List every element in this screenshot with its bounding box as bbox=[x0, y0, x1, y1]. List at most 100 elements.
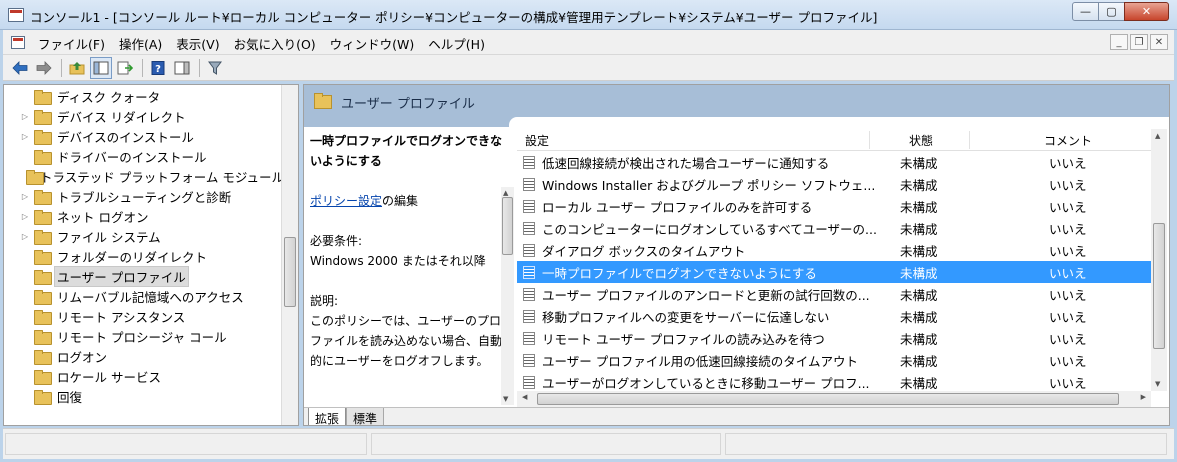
table-row[interactable]: ユーザー プロファイルのアンロードと更新の試行回数の... 未構成 いいえ bbox=[517, 283, 1151, 305]
expand-icon[interactable]: ▷ bbox=[18, 212, 32, 221]
policy-setting-icon bbox=[523, 177, 535, 191]
folder-icon bbox=[34, 189, 52, 205]
tree-item-remote-assistance[interactable]: リモート アシスタンス bbox=[4, 306, 284, 326]
scroll-left-icon[interactable]: ◀ bbox=[522, 393, 527, 401]
expand-icon[interactable]: ▷ bbox=[18, 232, 32, 241]
table-row[interactable]: 低速回線接続が検出された場合ユーザーに通知する 未構成 いいえ bbox=[517, 151, 1151, 173]
menu-file[interactable]: ファイル(F) bbox=[31, 34, 112, 53]
folder-icon bbox=[314, 93, 332, 109]
minimize-button[interactable]: — bbox=[1072, 2, 1099, 21]
edit-policy-link[interactable]: ポリシー設定 bbox=[310, 194, 382, 208]
close-icon: ✕ bbox=[1154, 36, 1164, 48]
menu-favorites[interactable]: お気に入り(O) bbox=[227, 34, 323, 53]
table-row[interactable]: 移動プロファイルへの変更をサーバーに伝達しない 未構成 いいえ bbox=[517, 305, 1151, 327]
tree-item-device-redirect[interactable]: ▷ デバイス リダイレクト bbox=[4, 106, 284, 126]
table-row[interactable]: ユーザーがログオンしているときに移動ユーザー プロフ... 未構成 いいえ bbox=[517, 371, 1151, 393]
description-scrollbar[interactable]: ▲ ▼ bbox=[501, 187, 514, 405]
scrollbar-thumb[interactable] bbox=[1153, 223, 1165, 349]
table-row[interactable]: ローカル ユーザー プロファイルのみを許可する 未構成 いいえ bbox=[517, 195, 1151, 217]
scroll-down-icon[interactable]: ▼ bbox=[503, 395, 508, 403]
column-divider[interactable] bbox=[969, 131, 970, 149]
policy-setting-icon bbox=[523, 331, 535, 345]
window-title: コンソール1 - [コンソール ルート¥ローカル コンピューター ポリシー¥コン… bbox=[30, 10, 878, 25]
menu-window[interactable]: ウィンドウ(W) bbox=[323, 34, 422, 53]
edit-policy-line: ポリシー設定の編集 bbox=[310, 191, 506, 211]
show-hide-action-pane-button[interactable] bbox=[171, 57, 193, 79]
table-row[interactable]: ユーザー プロファイル用の低速回線接続のタイムアウト 未構成 いいえ bbox=[517, 349, 1151, 371]
maximize-button[interactable]: ▢ bbox=[1098, 2, 1125, 21]
tree-item-file-system[interactable]: ▷ ファイル システム bbox=[4, 226, 284, 246]
back-button[interactable] bbox=[9, 57, 31, 79]
show-console-tree-button[interactable] bbox=[90, 56, 112, 79]
list-header: 設定 状態 コメント bbox=[517, 129, 1151, 151]
menu-action[interactable]: 操作(A) bbox=[112, 34, 169, 53]
show-hide-icon bbox=[174, 61, 190, 74]
maximize-icon: ▢ bbox=[1106, 5, 1117, 18]
filter-button[interactable] bbox=[204, 57, 226, 79]
table-row-selected[interactable]: 一時プロファイルでログオンできないようにする 未構成 いいえ bbox=[517, 261, 1151, 283]
list-vertical-scrollbar[interactable]: ▲ ▼ bbox=[1151, 129, 1167, 391]
status-bar bbox=[3, 428, 1174, 459]
tab-extended[interactable]: 拡張 bbox=[308, 408, 347, 425]
help-button[interactable]: ? bbox=[147, 57, 169, 79]
tree-item-driver-install[interactable]: ドライバーのインストール bbox=[4, 146, 284, 166]
menu-bar: ファイル(F) 操作(A) 表示(V) お気に入り(O) ウィンドウ(W) ヘル… bbox=[3, 30, 1174, 55]
column-header-setting[interactable]: 設定 bbox=[525, 132, 549, 149]
requirements: 必要条件: Windows 2000 またはそれ以降 bbox=[310, 231, 506, 271]
table-row[interactable]: リモート ユーザー プロファイルの読み込みを待つ 未構成 いいえ bbox=[517, 327, 1151, 349]
policy-list[interactable]: 設定 状態 コメント 低速回線接続が検出された場合ユーザーに通知する 未構成 いいえ… bbox=[517, 129, 1167, 407]
export-list-button[interactable] bbox=[114, 57, 136, 79]
tree-item-troubleshooting[interactable]: ▷ トラブルシューティングと診断 bbox=[4, 186, 284, 206]
column-divider[interactable] bbox=[869, 131, 870, 149]
tree-item-disk-quota[interactable]: ディスク クォータ bbox=[4, 86, 284, 106]
tree-item-rpc[interactable]: リモート プロシージャ コール bbox=[4, 326, 284, 346]
tree-item-removable-storage[interactable]: リムーバブル記憶域へのアクセス bbox=[4, 286, 284, 306]
child-minimize-button[interactable]: _ bbox=[1110, 34, 1128, 50]
column-header-state[interactable]: 状態 bbox=[909, 132, 933, 149]
restore-icon: ❐ bbox=[1134, 36, 1144, 48]
scroll-right-icon[interactable]: ▶ bbox=[1141, 393, 1146, 401]
toolbar-separator bbox=[61, 58, 62, 77]
tree-item-tpm[interactable]: トラステッド プラットフォーム モジュール bbox=[4, 166, 284, 186]
console-tree-icon bbox=[93, 61, 109, 74]
child-close-button[interactable]: ✕ bbox=[1150, 34, 1168, 50]
tree-item-folder-redirect[interactable]: フォルダーのリダイレクト bbox=[4, 246, 284, 266]
scrollbar-thumb[interactable] bbox=[284, 237, 296, 307]
expand-icon[interactable]: ▷ bbox=[18, 132, 32, 141]
policy-description: 一時プロファイルでログオンできないようにする ポリシー設定の編集 必要条件: Wi… bbox=[310, 131, 506, 407]
console-app-icon[interactable] bbox=[8, 8, 24, 22]
forward-button[interactable] bbox=[33, 57, 55, 79]
scrollbar-thumb[interactable] bbox=[537, 393, 1119, 405]
tree-item-locale-services[interactable]: ロケール サービス bbox=[4, 366, 284, 386]
folder-icon bbox=[34, 109, 52, 125]
scroll-down-icon[interactable]: ▼ bbox=[1155, 380, 1160, 388]
tree-item-logon[interactable]: ログオン bbox=[4, 346, 284, 366]
child-window-icon[interactable] bbox=[11, 36, 25, 49]
table-row[interactable]: このコンピューターにログオンしているすべてユーザーの... 未構成 いいえ bbox=[517, 217, 1151, 239]
table-row[interactable]: Windows Installer およびグループ ポリシー ソフトウェ... 未… bbox=[517, 173, 1151, 195]
minimize-icon: _ bbox=[1116, 36, 1122, 48]
menu-help[interactable]: ヘルプ(H) bbox=[421, 34, 492, 53]
tree-vertical-scrollbar[interactable] bbox=[281, 85, 298, 425]
up-one-level-button[interactable] bbox=[66, 57, 88, 79]
expand-icon[interactable]: ▷ bbox=[18, 112, 32, 121]
scrollbar-thumb[interactable] bbox=[502, 197, 513, 255]
console-tree[interactable]: ディスク クォータ ▷ デバイス リダイレクト ▷ デバイスのインストール ドライバ… bbox=[3, 84, 299, 426]
menu-view[interactable]: 表示(V) bbox=[169, 34, 226, 53]
list-horizontal-scrollbar[interactable]: ◀ ▶ bbox=[517, 391, 1151, 407]
close-button[interactable]: ✕ bbox=[1124, 2, 1169, 21]
policy-setting-icon bbox=[523, 375, 535, 389]
column-header-comment[interactable]: コメント bbox=[1044, 132, 1092, 149]
tree-item-net-logon[interactable]: ▷ ネット ログオン bbox=[4, 206, 284, 226]
tree-item-recovery[interactable]: 回復 bbox=[4, 386, 284, 406]
status-cell bbox=[371, 433, 721, 455]
table-row[interactable]: ダイアログ ボックスのタイムアウト 未構成 いいえ bbox=[517, 239, 1151, 261]
expand-icon[interactable]: ▷ bbox=[18, 192, 32, 201]
tab-standard[interactable]: 標準 bbox=[346, 408, 385, 425]
tree-item-user-profiles[interactable]: ユーザー プロファイル bbox=[4, 265, 284, 287]
scroll-up-icon[interactable]: ▲ bbox=[503, 189, 508, 197]
details-pane: ユーザー プロファイル 一時プロファイルでログオンできないようにする ポリシー設… bbox=[303, 84, 1170, 426]
child-restore-button[interactable]: ❐ bbox=[1130, 34, 1148, 50]
tree-item-device-install[interactable]: ▷ デバイスのインストール bbox=[4, 126, 284, 146]
scroll-up-icon[interactable]: ▲ bbox=[1155, 132, 1160, 140]
